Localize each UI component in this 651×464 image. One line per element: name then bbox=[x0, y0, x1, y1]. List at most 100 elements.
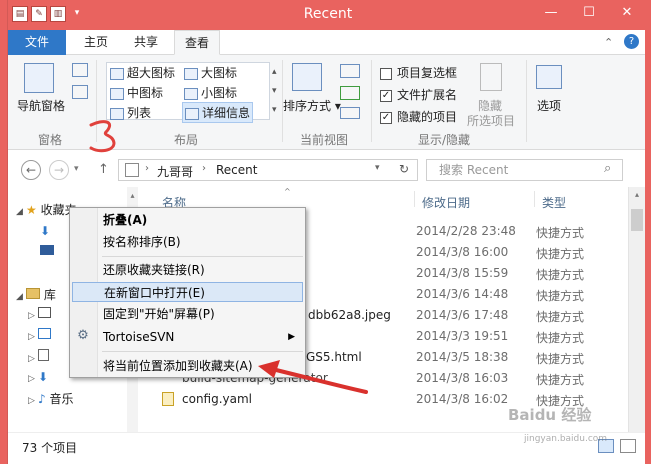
sort-by-icon[interactable] bbox=[292, 63, 322, 91]
extra-large-icons-option[interactable]: 超大图标 bbox=[110, 64, 175, 81]
row-name: config.yaml bbox=[182, 392, 253, 406]
medium-icons-option[interactable]: 中图标 bbox=[110, 84, 163, 101]
tab-share[interactable]: 共享 bbox=[124, 30, 168, 55]
back-button[interactable]: ← bbox=[21, 160, 41, 180]
group-label-current-view: 当前视图 bbox=[300, 133, 349, 147]
menu-item-tortoisesvn[interactable]: TortoiseSVN ▶ bbox=[72, 327, 303, 347]
options-icon[interactable] bbox=[536, 65, 562, 89]
up-button[interactable]: ↑ bbox=[98, 162, 109, 177]
breadcrumb-separator: › bbox=[145, 163, 149, 174]
forward-button[interactable]: → bbox=[49, 160, 69, 180]
menu-item-pin-start[interactable]: 固定到"开始"屏幕(P) bbox=[72, 304, 303, 324]
collapse-ribbon-icon[interactable]: ⌃ bbox=[604, 36, 613, 49]
search-input[interactable]: 搜索 Recent bbox=[426, 159, 623, 181]
pictures-library-icon[interactable]: ▷ bbox=[28, 328, 51, 342]
tab-home[interactable]: 主页 bbox=[74, 30, 118, 55]
desktop-icon[interactable] bbox=[40, 244, 54, 258]
row-date: 2014/3/3 19:51 bbox=[416, 329, 509, 343]
row-type: 快捷方式 bbox=[536, 352, 585, 366]
search-icon[interactable]: ⌕ bbox=[604, 161, 611, 176]
row-type: 快捷方式 bbox=[536, 289, 585, 303]
tree-item-favorites[interactable]: ◢ ★ 收藏夹 bbox=[16, 201, 77, 218]
large-icons-view-icon[interactable] bbox=[620, 439, 636, 453]
group-by-icon[interactable] bbox=[340, 64, 360, 78]
hide-selected-button-line2: 所选项目 bbox=[467, 114, 516, 128]
refresh-icon[interactable]: ↻ bbox=[399, 162, 409, 176]
tab-view[interactable]: 查看 bbox=[174, 30, 221, 55]
scroll-up-icon[interactable]: ▴ bbox=[629, 187, 645, 199]
column-divider[interactable] bbox=[534, 191, 535, 207]
file-icon bbox=[162, 392, 174, 406]
help-icon[interactable]: ? bbox=[624, 34, 639, 49]
new-folder-icon[interactable]: ▥ bbox=[50, 6, 66, 22]
menu-item-restore-links[interactable]: 还原收藏夹链接(R) bbox=[72, 260, 303, 280]
breadcrumb-user[interactable]: 九哥哥 bbox=[157, 163, 193, 180]
item-count: 73 个项目 bbox=[22, 441, 78, 455]
row-date: 2014/3/8 16:00 bbox=[416, 245, 509, 259]
small-icons-option[interactable]: 小图标 bbox=[184, 84, 237, 101]
address-history-icon[interactable]: ▾ bbox=[375, 163, 380, 173]
watermark-url: jingyan.baidu.com bbox=[524, 434, 608, 444]
breadcrumb-separator: › bbox=[202, 163, 206, 174]
column-divider[interactable] bbox=[414, 191, 415, 207]
column-header-date[interactable]: 修改日期 bbox=[422, 194, 470, 211]
downloads-icon[interactable]: ⬇ bbox=[40, 224, 50, 238]
ribbon-divider bbox=[371, 60, 372, 142]
row-type: 快捷方式 bbox=[536, 331, 585, 345]
close-button[interactable]: ✕ bbox=[608, 0, 646, 26]
video-library-icon[interactable]: ▷ bbox=[28, 307, 51, 321]
file-list-scrollbar[interactable]: ▴ bbox=[628, 187, 645, 432]
menu-item-sort-by-name[interactable]: 按名称排序(B) bbox=[72, 232, 303, 252]
sort-by-button[interactable]: 排序方式 ▾ bbox=[283, 97, 341, 114]
row-type: 快捷方式 bbox=[536, 310, 585, 324]
scroll-thumb[interactable] bbox=[631, 209, 643, 231]
menu-separator bbox=[102, 256, 303, 257]
maximize-button[interactable]: ☐ bbox=[570, 0, 608, 26]
tree-item-music[interactable]: ▷ ♪ 音乐 bbox=[28, 390, 74, 407]
row-type: 快捷方式 bbox=[536, 268, 585, 282]
sort-indicator-icon: ^ bbox=[284, 187, 291, 196]
row-type: 快捷方式 bbox=[536, 226, 585, 240]
minimize-button[interactable]: — bbox=[532, 0, 570, 26]
submenu-arrow-icon: ▶ bbox=[288, 332, 295, 342]
preview-pane-icon[interactable] bbox=[72, 63, 88, 77]
large-icons-option[interactable]: 大图标 bbox=[184, 64, 237, 81]
group-label-panes: 窗格 bbox=[38, 133, 63, 147]
row-date: 2014/3/6 17:48 bbox=[416, 308, 509, 322]
size-columns-icon[interactable] bbox=[340, 107, 360, 119]
hide-selected-icon[interactable] bbox=[480, 63, 502, 91]
row-type: 快捷方式 bbox=[536, 247, 585, 261]
context-menu: 折叠(A) 按名称排序(B) 还原收藏夹链接(R) 在新窗口中打开(E) 固定到… bbox=[69, 207, 306, 378]
hidden-items-toggle[interactable]: ✓ 隐藏的项目 bbox=[380, 108, 457, 125]
folder-icon[interactable]: ▤ bbox=[12, 6, 28, 22]
navigation-pane-icon[interactable] bbox=[24, 63, 54, 93]
column-header-type[interactable]: 类型 bbox=[542, 194, 566, 211]
row-date: 2014/3/5 18:38 bbox=[416, 350, 509, 364]
details-pane-icon[interactable] bbox=[72, 85, 88, 99]
address-bar[interactable]: › 九哥哥 › Recent ▾ ↻ bbox=[118, 159, 418, 181]
breadcrumb-recent[interactable]: Recent bbox=[216, 163, 257, 177]
details-option[interactable]: 详细信息 bbox=[182, 102, 254, 123]
row-name: dbb62a8.jpeg bbox=[308, 308, 391, 322]
explorer-window: ▤ ✎ ▥ ▾ Recent — ☐ ✕ 文件 主页 共享 查看 ⌃ ? 导航窗… bbox=[7, 0, 645, 464]
computer-icon bbox=[125, 163, 139, 177]
add-columns-icon[interactable] bbox=[340, 86, 360, 100]
tab-file[interactable]: 文件 bbox=[8, 30, 66, 55]
row-date: 2014/3/6 14:48 bbox=[416, 287, 509, 301]
options-button[interactable]: 选项 bbox=[537, 97, 561, 114]
item-checkbox-toggle[interactable]: 项目复选框 bbox=[380, 64, 457, 81]
documents-library-icon[interactable]: ▷ bbox=[28, 349, 49, 364]
menu-item-open-new-window[interactable]: 在新窗口中打开(E) bbox=[72, 282, 303, 302]
chevron-down-icon[interactable]: ▾ bbox=[69, 6, 85, 22]
title-bar: ▤ ✎ ▥ ▾ Recent — ☐ ✕ bbox=[8, 0, 645, 30]
menu-item-collapse[interactable]: 折叠(A) bbox=[72, 210, 303, 230]
downloads-library-icon[interactable]: ▷ ⬇ bbox=[28, 370, 48, 384]
layout-scroll-icon[interactable]: ▴ ▾ ▾ bbox=[272, 63, 277, 120]
annotation-arrow bbox=[258, 360, 368, 394]
file-extensions-toggle[interactable]: ✓ 文件扩展名 bbox=[380, 86, 457, 103]
properties-icon[interactable]: ✎ bbox=[31, 6, 47, 22]
tree-item-library[interactable]: ◢ 库 bbox=[16, 286, 56, 303]
navigation-pane-button[interactable]: 导航窗格 bbox=[17, 97, 65, 114]
group-label-show-hide: 显示/隐藏 bbox=[418, 133, 471, 147]
recent-locations-icon[interactable]: ▾ bbox=[74, 164, 79, 174]
